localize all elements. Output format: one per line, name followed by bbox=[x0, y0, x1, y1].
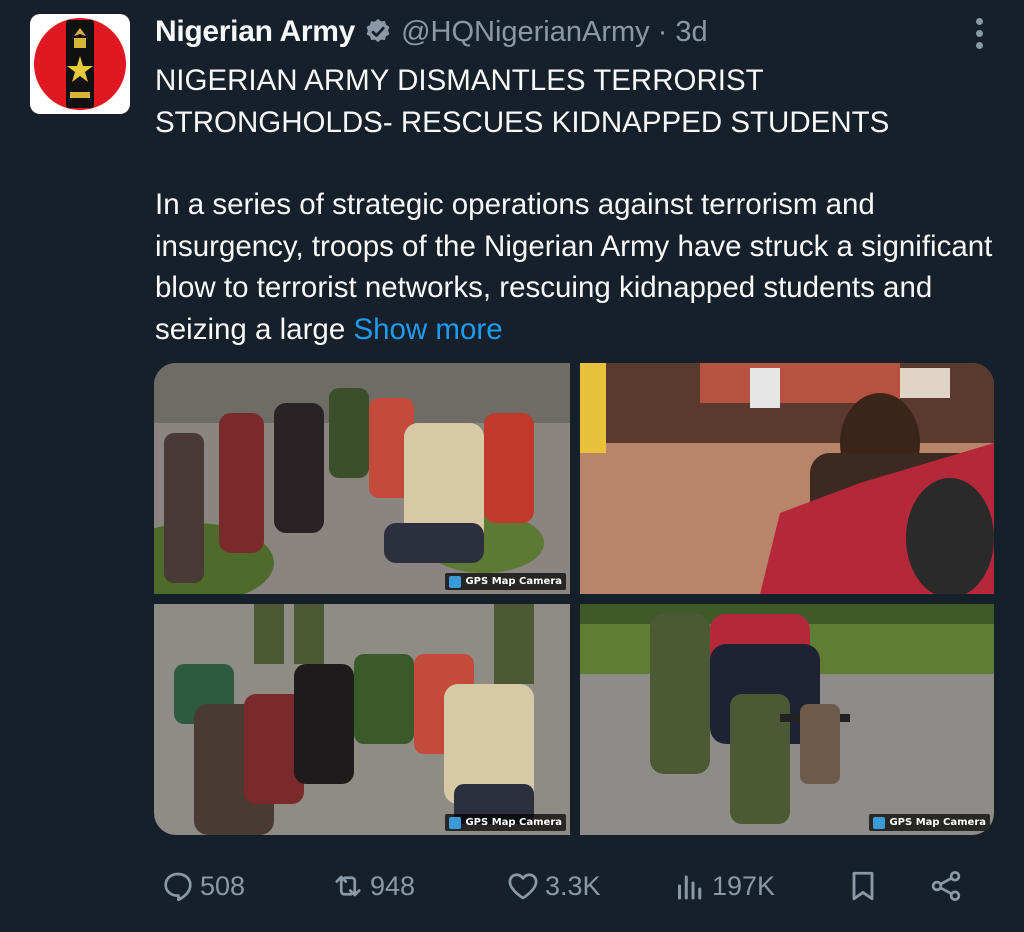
heart-icon bbox=[508, 873, 538, 900]
photo-students-with-troops[interactable]: GPS Map Camera bbox=[154, 604, 570, 835]
bookmark-icon bbox=[852, 871, 874, 901]
reply-button[interactable]: 508 bbox=[160, 860, 245, 912]
post-body-text: In a series of strategic operations agai… bbox=[155, 188, 993, 346]
views-chart-icon bbox=[678, 875, 702, 900]
reply-count: 508 bbox=[200, 870, 246, 901]
photo-soldier-carrying-person[interactable]: GPS Map Camera bbox=[580, 604, 994, 835]
more-vertical-icon[interactable] bbox=[964, 14, 994, 54]
gps-map-camera-watermark: GPS Map Camera bbox=[445, 573, 566, 590]
post-body: In a series of strategic operations agai… bbox=[155, 184, 1005, 350]
repost-button[interactable]: 948 bbox=[330, 860, 415, 912]
repost-icon bbox=[335, 875, 361, 897]
gps-map-camera-watermark: GPS Map Camera bbox=[869, 814, 990, 831]
post-header: Nigerian Army @HQNigerianArmy · 3d bbox=[155, 10, 954, 54]
verified-badge-icon bbox=[363, 17, 393, 47]
views-button[interactable]: 197K bbox=[672, 860, 775, 912]
repost-count: 948 bbox=[370, 870, 416, 901]
share-icon bbox=[931, 871, 961, 901]
like-button[interactable]: 3.3K bbox=[505, 860, 601, 912]
post-action-bar: 508 948 3.3K 197K bbox=[160, 860, 980, 912]
author-name[interactable]: Nigerian Army bbox=[155, 15, 355, 49]
army-crest-logo bbox=[34, 18, 126, 110]
reply-icon bbox=[164, 872, 192, 902]
bookmark-button[interactable] bbox=[845, 860, 885, 912]
views-count: 197K bbox=[712, 870, 776, 901]
author-avatar[interactable] bbox=[30, 14, 130, 114]
photo-rescued-woman[interactable] bbox=[580, 363, 994, 594]
like-count: 3.3K bbox=[545, 870, 601, 901]
gps-map-camera-watermark: GPS Map Camera bbox=[445, 814, 566, 831]
post-headline: NIGERIAN ARMY DISMANTLES TERRORIST STRON… bbox=[155, 64, 890, 139]
media-grid: GPS Map Camera GPS Map Camera GPS Map Ca… bbox=[154, 363, 994, 835]
photo-rescued-students-seated[interactable]: GPS Map Camera bbox=[154, 363, 570, 594]
show-more-link[interactable]: Show more bbox=[353, 313, 502, 346]
post-text: NIGERIAN ARMY DISMANTLES TERRORIST STRON… bbox=[155, 60, 1005, 350]
share-button[interactable] bbox=[928, 860, 968, 912]
author-handle-time[interactable]: @HQNigerianArmy · 3d bbox=[401, 16, 708, 49]
